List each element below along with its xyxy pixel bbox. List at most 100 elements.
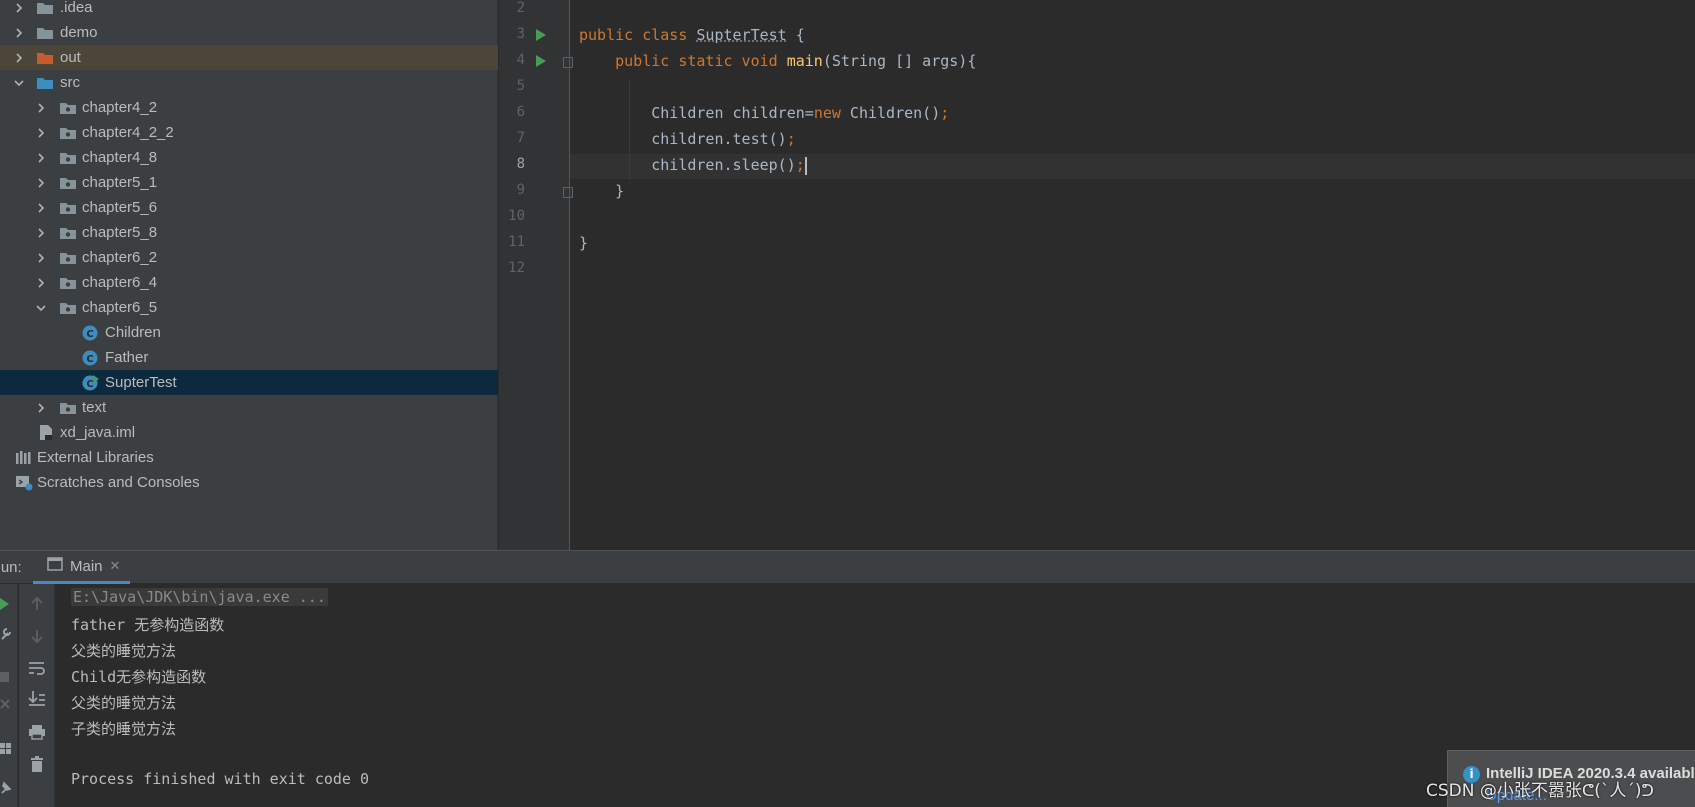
line-number: 6	[516, 104, 525, 120]
arrow-down-icon[interactable]	[29, 628, 45, 648]
line-number: 5	[516, 78, 525, 94]
iml-file-icon	[38, 424, 54, 441]
fold-icon[interactable]	[563, 57, 573, 68]
package-icon	[59, 151, 77, 165]
tree-item-label: chapter5_8	[82, 224, 158, 241]
run-tool-window-header: Run: Main ✕	[0, 550, 1695, 584]
editor-gutter: 2 3 4 5 6 7 8 9 10 11 12	[499, 0, 573, 550]
chevron-right-icon[interactable]	[14, 53, 24, 63]
chevron-right-icon[interactable]	[36, 103, 46, 113]
restore-layout-icon[interactable]	[0, 696, 12, 715]
chevron-right-icon[interactable]	[36, 403, 46, 413]
chevron-down-icon[interactable]	[36, 303, 46, 313]
tree-item-package[interactable]: chapter5_6	[0, 195, 498, 220]
chevron-right-icon[interactable]	[14, 28, 24, 38]
rerun-icon[interactable]	[0, 596, 10, 615]
chevron-right-icon[interactable]	[36, 228, 46, 238]
package-icon	[59, 301, 77, 315]
scroll-to-end-icon[interactable]	[28, 690, 46, 710]
code-line-3: public class SupterTest {	[579, 26, 805, 44]
tree-item-package[interactable]: chapter5_8	[0, 220, 498, 245]
code-line-4: public static void main(String [] args){	[615, 52, 977, 70]
console-line: 父类的睡觉方法	[71, 694, 177, 712]
console-line: father 无参构造函数	[71, 616, 225, 634]
tree-item-src[interactable]: src	[0, 70, 498, 95]
line-number: 12	[508, 260, 525, 276]
run-gutter-icon[interactable]	[536, 55, 546, 67]
chevron-down-icon[interactable]	[14, 78, 24, 88]
pin-icon[interactable]	[0, 780, 12, 799]
run-toolbar-primary	[0, 584, 18, 807]
run-label: Run:	[0, 559, 22, 576]
print-icon[interactable]	[28, 724, 46, 744]
chevron-right-icon[interactable]	[36, 253, 46, 263]
soft-wrap-icon[interactable]	[28, 660, 46, 680]
tree-item-class[interactable]: C Children	[0, 320, 498, 345]
chevron-right-icon[interactable]	[36, 128, 46, 138]
chevron-right-icon[interactable]	[14, 3, 24, 13]
tree-item-out[interactable]: out	[0, 45, 498, 70]
tree-item-label: chapter4_2_2	[82, 124, 174, 141]
tree-item-label: demo	[60, 24, 98, 41]
tree-item-file[interactable]: xd_java.iml	[0, 420, 498, 445]
tree-item-class[interactable]: C Father	[0, 345, 498, 370]
line-number-current: 8	[516, 156, 525, 172]
tree-item-label: Children	[105, 324, 161, 341]
tree-item-label: Scratches and Consoles	[37, 474, 200, 491]
console-tab-icon	[47, 557, 63, 575]
package-icon	[59, 126, 77, 140]
tree-item-label: xd_java.iml	[60, 424, 136, 441]
libraries-icon	[15, 450, 33, 465]
layout-icon[interactable]	[0, 740, 12, 759]
tree-item-package[interactable]: chapter6_5	[0, 295, 498, 320]
tree-item-package[interactable]: chapter6_2	[0, 245, 498, 270]
tree-item-package[interactable]: text	[0, 395, 498, 420]
tree-item-label: chapter6_4	[82, 274, 158, 291]
tree-item-package[interactable]: chapter4_2	[0, 95, 498, 120]
console-line-command[interactable]: E:\Java\JDK\bin\java.exe ...	[71, 588, 328, 606]
package-icon	[59, 101, 77, 115]
code-line-11: }	[579, 234, 589, 252]
run-gutter-icon[interactable]	[536, 29, 546, 41]
tree-item-label: chapter5_6	[82, 199, 158, 216]
chevron-right-icon[interactable]	[36, 178, 46, 188]
code-line-8: children.sleep();	[651, 156, 807, 175]
tree-item-external-libraries[interactable]: External Libraries	[0, 445, 498, 470]
tree-item-label: out	[60, 49, 81, 66]
tree-item-idea[interactable]: .idea	[0, 0, 498, 20]
run-tab-main[interactable]: Main ✕	[33, 551, 131, 584]
stop-icon[interactable]	[0, 668, 10, 687]
console-line: 父类的睡觉方法	[71, 642, 177, 660]
arrow-up-icon[interactable]	[29, 596, 45, 616]
code-editor[interactable]: 2 3 4 5 6 7 8 9 10 11 12 public class Su…	[499, 0, 1695, 550]
folder-orange-icon	[36, 51, 54, 65]
tree-item-package[interactable]: chapter4_8	[0, 145, 498, 170]
text-caret	[804, 156, 807, 175]
package-icon	[59, 201, 77, 215]
wrench-icon[interactable]	[0, 626, 12, 645]
fold-icon[interactable]	[563, 187, 573, 198]
package-icon	[59, 251, 77, 265]
tree-item-package[interactable]: chapter5_1	[0, 170, 498, 195]
tree-item-label: chapter6_2	[82, 249, 158, 266]
tree-item-package[interactable]: chapter4_2_2	[0, 120, 498, 145]
chevron-right-icon[interactable]	[36, 203, 46, 213]
watermark: CSDN @小张不嚣张ᕦ(ˋ人ˊ)ᕤ	[1426, 781, 1654, 801]
console-line: 子类的睡觉方法	[71, 720, 177, 738]
line-number: 7	[516, 130, 525, 146]
tree-item-package[interactable]: chapter6_4	[0, 270, 498, 295]
console-line: Child无参构造函数	[71, 668, 207, 686]
tree-item-demo[interactable]: demo	[0, 20, 498, 45]
tree-item-class-selected[interactable]: C SupterTest	[0, 370, 498, 395]
close-tab-icon[interactable]: ✕	[110, 558, 121, 574]
line-number: 10	[508, 208, 525, 224]
chevron-right-icon[interactable]	[36, 153, 46, 163]
package-icon	[59, 276, 77, 290]
folder-icon	[36, 26, 54, 40]
tree-item-scratches[interactable]: Scratches and Consoles	[0, 470, 498, 495]
run-toolbar-secondary	[19, 584, 55, 807]
chevron-right-icon[interactable]	[36, 278, 46, 288]
line-number: 11	[508, 234, 525, 250]
trash-icon[interactable]	[29, 756, 45, 776]
java-runnable-class-icon: C	[82, 375, 100, 391]
